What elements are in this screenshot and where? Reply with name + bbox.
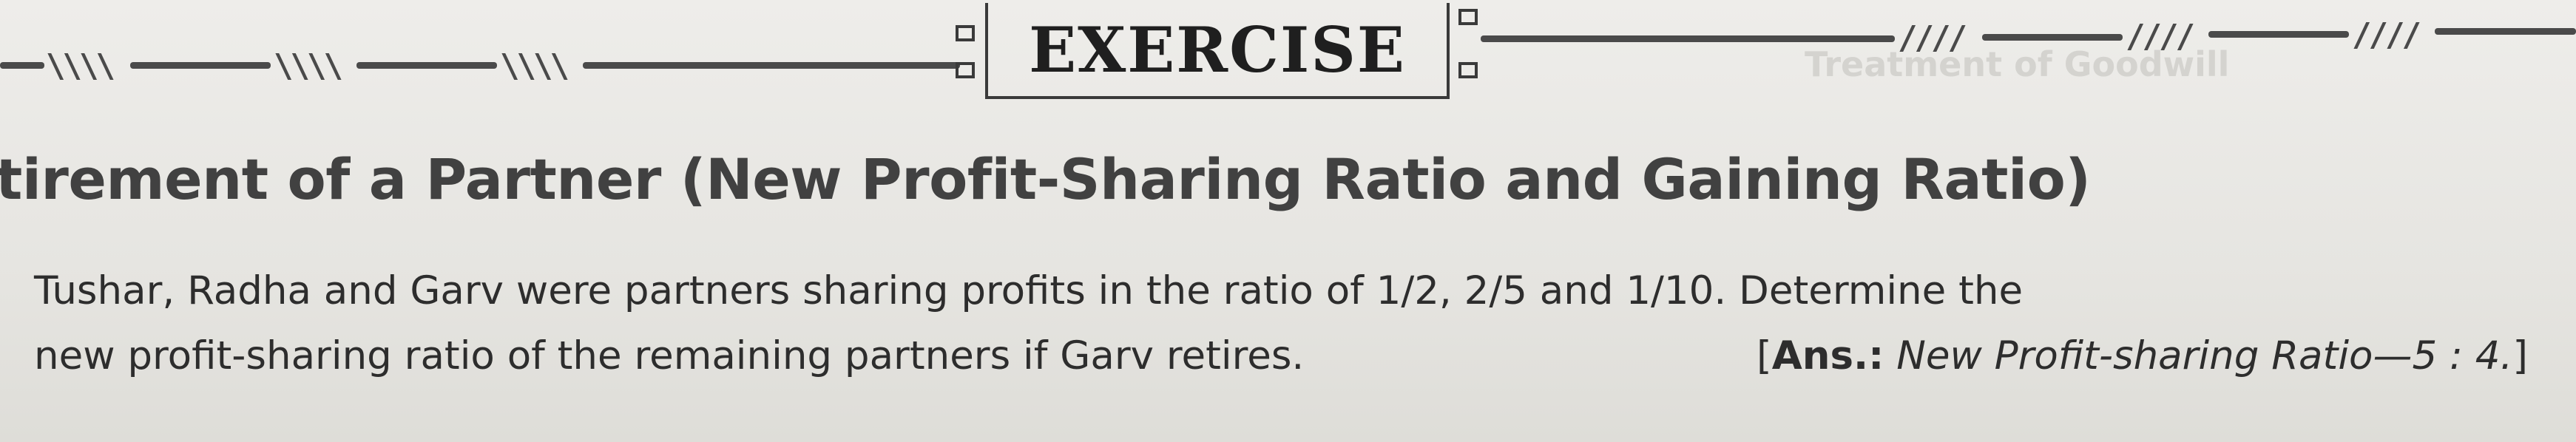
frame-knot (1458, 9, 1478, 25)
frame-knot (956, 62, 975, 78)
answer-block: [Ans.: New Profit-sharing Ratio—5 : 4.] (1757, 333, 2528, 378)
question-line-2-text: new profit-sharing ratio of the remainin… (34, 333, 1305, 378)
exercise-banner: EXERCISE (985, 3, 1450, 99)
question-line-2: new profit-sharing ratio of the remainin… (34, 324, 2549, 389)
section-heading: tirement of a Partner (New Profit-Sharin… (0, 146, 2091, 212)
exercise-title: EXERCISE (1029, 13, 1406, 86)
question-line-1: Tushar, Radha and Garv were partners sha… (34, 268, 2024, 313)
frame-knot (956, 25, 975, 41)
answer-label: Ans.: (1771, 333, 1884, 378)
answer-text: New Profit-sharing Ratio—5 : 4. (1896, 333, 2513, 378)
frame-knot (1458, 62, 1478, 78)
question-paragraph: Tushar, Radha and Garv were partners sha… (34, 259, 2549, 389)
